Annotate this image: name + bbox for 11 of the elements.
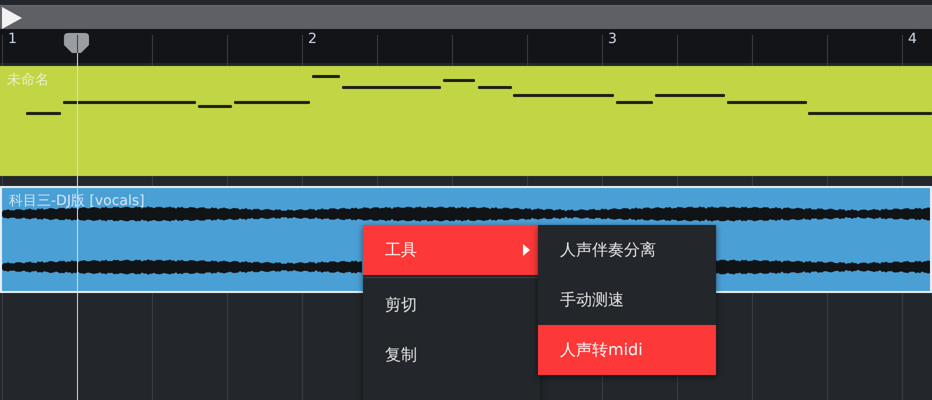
- menu-item[interactable]: 工具: [363, 225, 540, 275]
- menu-item[interactable]: 人声伴奏分离: [538, 225, 716, 275]
- bar-number: 3: [608, 31, 617, 47]
- playhead-handle[interactable]: [64, 33, 89, 53]
- play-icon[interactable]: [2, 6, 22, 28]
- bar-number: 1: [8, 31, 17, 47]
- menu-item[interactable]: 人声转midi: [538, 325, 716, 375]
- bar-number: 2: [308, 31, 317, 47]
- bar-number: 4: [908, 31, 917, 47]
- menu-item[interactable]: 复制: [363, 330, 540, 380]
- clip-title: 未命名: [7, 71, 49, 89]
